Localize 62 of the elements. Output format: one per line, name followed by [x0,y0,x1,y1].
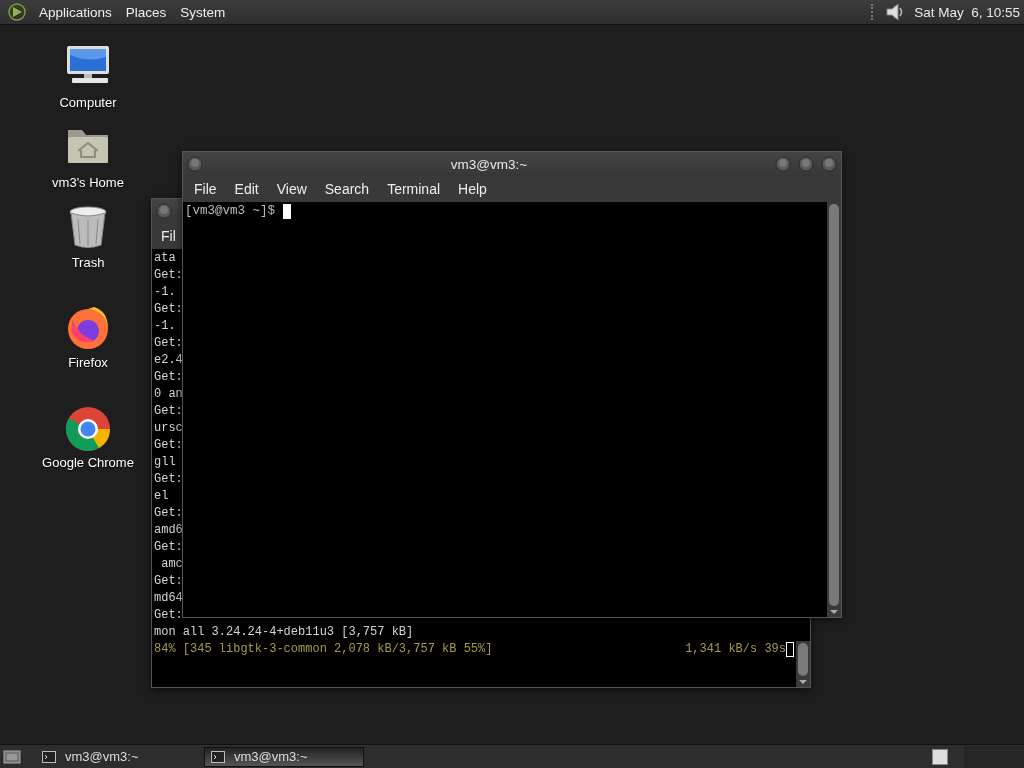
desktop-icon-label[interactable]: Firefox [68,355,108,370]
terminal-line: e2.4 [154,352,183,369]
taskbar-button[interactable]: vm3@vm3:~ [36,746,196,767]
title-bar-button[interactable] [821,156,837,172]
terminal-line: -1. [154,318,176,335]
title-bar-button[interactable] [798,156,814,172]
terminal-line: amd6 [154,522,183,539]
menu-item[interactable]: Edit [225,181,268,197]
terminal-line: amc [160,556,183,573]
progress-line: 84% [345 libgtk-3-common 2,078 kB/3,757 kB 55%] [154,641,493,658]
terminal-line: mon all 3.24.24-4+deb11u3 [3,757 kB] [154,624,414,641]
distro-logo-icon[interactable] [7,2,27,22]
terminal-line: Get: [154,471,183,488]
terminal-line: ata [154,250,176,267]
terminal-line: md64 [154,590,183,607]
terminal-line: Get: [154,403,183,420]
terminal-line: Get: [154,539,183,556]
terminal-line: Get: [154,437,183,454]
window-menu-button[interactable] [156,203,172,219]
title-bar-button[interactable] [775,156,791,172]
menu-item[interactable]: File [185,181,226,197]
terminal-line: Get: [154,573,183,590]
menu-item[interactable]: View [267,181,316,197]
panel-menu[interactable]: System [173,4,233,20]
terminal-line: [vm3@vm3 ~]$ [185,203,276,220]
scrollbar-thumb[interactable] [829,204,839,606]
window-title: vm3@vm3:~ [449,156,529,172]
chrome-icon[interactable] [64,405,112,451]
terminal-line: Get: [154,505,183,522]
scrollbar[interactable] [796,641,810,687]
menu-item[interactable]: Fil [152,228,176,244]
scrollbar[interactable] [827,202,841,617]
terminal-line: ursc [154,420,183,437]
panel-menu[interactable]: Applications [32,4,119,20]
menu-item[interactable]: Help [449,181,496,197]
menu-item[interactable]: Terminal [378,181,450,197]
terminal-line: gll [154,454,176,471]
terminal-line: Get: [154,369,183,386]
desktop-icon-label[interactable]: Google Chrome [42,455,134,470]
scrollbar-thumb[interactable] [798,643,808,676]
clock[interactable]: Sat May 6, 10:55 [914,4,1020,20]
terminal-icon [42,750,56,763]
terminal-line: Get: [154,301,183,318]
taskbar-button[interactable]: vm3@vm3:~ [204,746,364,767]
terminal-icon [211,750,225,763]
transfer-rate: 1,341 kB/s 39s [685,641,786,658]
terminal-line: 0 an [154,386,183,403]
terminal-line: Get: [154,335,183,352]
scroll-down-icon[interactable] [829,609,839,615]
scroll-down-icon[interactable] [798,679,808,685]
desktop-icon-label[interactable]: Trash [71,255,105,270]
panel-menu[interactable]: Places [118,4,174,20]
window-menu-button[interactable] [187,156,203,172]
desktop-icon-label[interactable]: Computer [59,95,117,110]
terminal-line: Get: [154,267,183,284]
menu-item[interactable]: Search [315,181,379,197]
terminal-line: -1. [154,284,176,301]
terminal-line: Get: [154,607,183,624]
desktop-icon-label[interactable]: vm3's Home [52,175,124,190]
show-desktop-icon[interactable] [2,747,22,766]
workspace-switcher[interactable] [932,748,948,765]
terminal-line: el [154,488,169,505]
